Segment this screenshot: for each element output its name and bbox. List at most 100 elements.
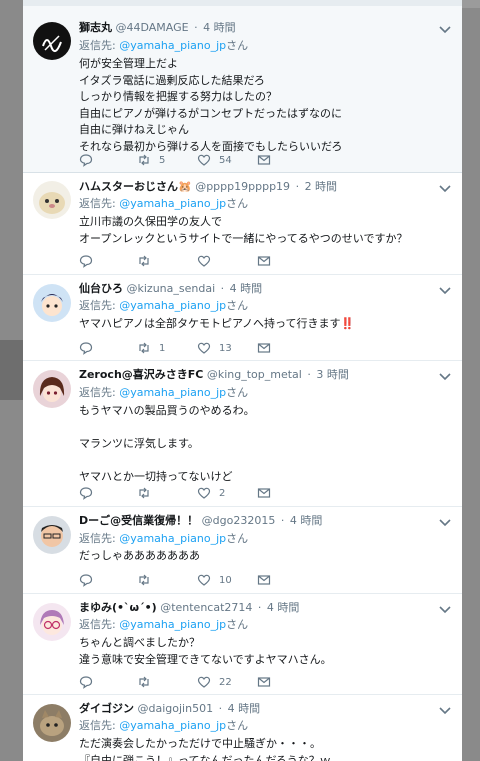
reply-icon (79, 574, 93, 587)
like-button[interactable]: 54 (197, 152, 232, 168)
chevron-down-icon[interactable] (438, 604, 452, 616)
timestamp[interactable]: 2 時間 (305, 180, 338, 193)
display-name[interactable]: 仙台ひろ (79, 282, 123, 295)
timestamp[interactable]: 4 時間 (230, 282, 263, 295)
tweet-text: ただ演奏会したかっただけで中止騒ぎか・・・。 『自由に弾こう！』ってなんだったん… (79, 737, 331, 761)
reply-icon (79, 487, 93, 500)
user-handle[interactable]: @44DAMAGE (116, 21, 189, 34)
tweet-header: ハムスターおじさん🐹 @pppp19pppp19 · 2 時間 (79, 179, 432, 195)
retweet-button[interactable]: 1 (137, 340, 165, 356)
avatar[interactable] (33, 704, 71, 742)
tweet[interactable]: ハムスターおじさん🐹 @pppp19pppp19 · 2 時間 返信先: @ya… (23, 173, 462, 275)
avatar[interactable] (33, 181, 71, 219)
mention-link[interactable]: @yamaha_piano_jp (119, 618, 226, 631)
chevron-down-icon[interactable] (438, 285, 452, 297)
like-button[interactable]: 10 (197, 572, 232, 588)
separator-dot: · (194, 21, 198, 34)
chevron-down-icon[interactable] (438, 371, 452, 383)
reply-button[interactable] (79, 485, 93, 501)
tweet[interactable]: まゆみ(•`ω´•) @tentencat2714 · 4 時間 返信先: @y… (23, 594, 462, 695)
reply-icon (79, 676, 93, 689)
retweet-button[interactable]: 5 (137, 152, 165, 168)
like-button[interactable]: 22 (197, 674, 232, 690)
mention-link[interactable]: @yamaha_piano_jp (119, 719, 226, 732)
avatar[interactable] (33, 284, 71, 322)
user-handle[interactable]: @dgo232015 (202, 514, 276, 527)
mention-link[interactable]: @yamaha_piano_jp (119, 197, 226, 210)
tweet[interactable]: 獅志丸 @44DAMAGE · 4 時間 返信先: @yamaha_piano_… (23, 6, 462, 173)
chevron-down-icon[interactable] (438, 705, 452, 717)
user-handle[interactable]: @tentencat2714 (160, 601, 252, 614)
like-count: 2 (219, 487, 226, 499)
direct-message-icon (257, 488, 271, 498)
avatar[interactable] (33, 22, 71, 60)
reply-button[interactable] (79, 253, 93, 269)
tweet[interactable]: Dーご@受信業復帰！！ @dgo232015 · 4 時間 返信先: @yama… (23, 507, 462, 594)
user-handle[interactable]: @daigojin501 (138, 702, 214, 715)
reply-icon (79, 154, 93, 167)
tweet-header: まゆみ(•`ω´•) @tentencat2714 · 4 時間 (79, 600, 432, 616)
like-count: 13 (219, 342, 232, 354)
user-handle[interactable]: @kizuna_sendai (127, 282, 216, 295)
timestamp[interactable]: 4 時間 (228, 702, 261, 715)
tweet-actions: 22 (79, 674, 309, 690)
user-handle[interactable]: @king_top_metal (207, 368, 302, 381)
tweet[interactable]: Zeroch@喜沢みさきFC @king_top_metal · 3 時間 返信… (23, 361, 462, 507)
like-button[interactable]: 13 (197, 340, 232, 356)
reply-button[interactable] (79, 674, 93, 690)
reply-suffix: さん (226, 386, 249, 399)
mention-link[interactable]: @yamaha_piano_jp (119, 39, 226, 52)
user-handle[interactable]: @pppp19pppp19 (195, 180, 290, 193)
reply-suffix: さん (226, 299, 249, 312)
timestamp[interactable]: 4 時間 (290, 514, 323, 527)
display-name[interactable]: 獅志丸 (79, 21, 112, 34)
direct-message-icon (257, 155, 271, 165)
like-count: 10 (219, 574, 232, 586)
tweet-actions: 1 13 (79, 340, 309, 356)
tweet[interactable]: ダイゴジン @daigojin501 · 4 時間 返信先: @yamaha_p… (23, 695, 462, 761)
chevron-down-icon[interactable] (438, 517, 452, 529)
retweet-button[interactable] (137, 253, 159, 269)
chevron-down-icon[interactable] (438, 183, 452, 195)
retweet-count: 5 (159, 154, 166, 166)
tweet-text: ヤマハピアノは全部タケモトピアノへ持って行きます‼️ (79, 317, 355, 330)
mention-link[interactable]: @yamaha_piano_jp (119, 299, 226, 312)
reply-button[interactable] (79, 572, 93, 588)
direct-message-button[interactable] (257, 340, 271, 356)
direct-message-button[interactable] (257, 674, 271, 690)
tweet-text: だっしゃあああああああ (79, 549, 200, 562)
avatar[interactable] (33, 370, 71, 408)
display-name[interactable]: ダイゴジン (79, 702, 134, 715)
avatar[interactable] (33, 516, 71, 554)
mention-link[interactable]: @yamaha_piano_jp (119, 386, 226, 399)
replying-to: 返信先: @yamaha_piano_jpさん (79, 718, 248, 734)
direct-message-button[interactable] (257, 253, 271, 269)
display-name[interactable]: Zeroch@喜沢みさきFC (79, 368, 203, 381)
direct-message-button[interactable] (257, 152, 271, 168)
timestamp[interactable]: 4 時間 (267, 601, 300, 614)
direct-message-button[interactable] (257, 485, 271, 501)
retweet-icon (139, 255, 149, 267)
tweet-actions: 2 (79, 485, 309, 501)
timestamp[interactable]: 4 時間 (203, 21, 236, 34)
like-button[interactable] (197, 253, 219, 269)
reply-button[interactable] (79, 152, 93, 168)
like-icon (197, 342, 211, 354)
retweet-button[interactable] (137, 572, 159, 588)
mention-link[interactable]: @yamaha_piano_jp (119, 532, 226, 545)
separator-dot: · (218, 702, 223, 715)
reply-prefix: 返信先: (79, 39, 116, 52)
retweet-button[interactable] (137, 674, 159, 690)
like-button[interactable]: 2 (197, 485, 225, 501)
display-name[interactable]: ハムスターおじさん🐹 (79, 180, 192, 193)
avatar[interactable] (33, 603, 71, 641)
tweet[interactable]: 仙台ひろ @kizuna_sendai · 4 時間 返信先: @yamaha_… (23, 275, 462, 361)
reply-button[interactable] (79, 340, 93, 356)
timestamp[interactable]: 3 時間 (316, 368, 349, 381)
chevron-down-icon[interactable] (438, 24, 452, 36)
retweet-button[interactable] (137, 485, 159, 501)
tweet-text: 立川市議の久保田学の友人で オープンレックというサイトで一緒にやってるやつのせい… (79, 215, 408, 245)
direct-message-button[interactable] (257, 572, 271, 588)
display-name[interactable]: まゆみ(•`ω´•) (79, 601, 157, 614)
display-name[interactable]: Dーご@受信業復帰！！ (79, 514, 198, 527)
